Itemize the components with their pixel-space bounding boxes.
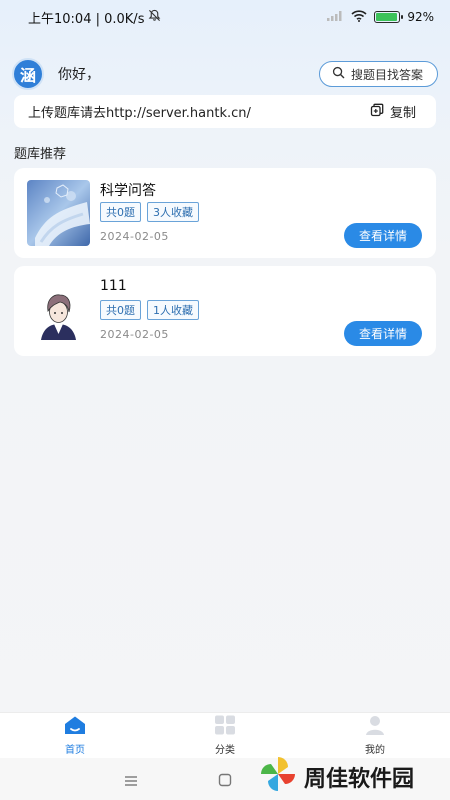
app-logo: 涵 [12,58,44,90]
tab-home[interactable]: 首页 [25,715,125,756]
copy-button[interactable]: 复制 [370,102,416,121]
battery-icon [374,11,404,23]
card-thumbnail-science [27,180,90,246]
greeting-text: 你好， [58,67,100,83]
tab-category-label: 分类 [215,745,235,756]
home-icon [63,715,87,738]
copy-label: 复制 [389,106,416,121]
battery-level-fill [376,13,397,21]
question-bank-card[interactable]: 科学问答 共0题 3人收藏 2024-02-05 查看详情 [14,168,436,258]
bottom-tab-bar: 首页 分类 我的 [0,712,450,758]
section-title: 题库推荐 [14,147,67,162]
card-tags: 共0题 1人收藏 [100,300,199,320]
tab-home-label: 首页 [65,745,85,756]
search-icon [332,66,345,82]
view-details-button[interactable]: 查看详情 [344,223,422,248]
home-square-icon[interactable] [218,772,232,791]
watermark-pinwheel-icon [258,754,298,800]
category-grid-icon [214,715,236,738]
signal-icon [326,10,344,25]
tab-mine-label: 我的 [365,745,385,756]
upload-url-text: 上传题库请去http://server.hantk.cn/ [28,106,251,121]
copy-icon [370,103,384,121]
status-left: 上午10:04 | 0.0K/s [28,8,161,27]
favorites-tag: 1人收藏 [147,300,199,320]
status-right: 92% [326,9,434,25]
user-icon [364,715,386,738]
search-label: 搜题目找答案 [350,67,423,82]
question-count-tag: 共0题 [100,300,141,320]
card-title: 科学问答 [100,183,156,199]
mute-bell-icon [148,9,161,26]
watermark: 周佳软件园 [258,756,414,798]
header-left: 涵 你好， [12,58,100,90]
card-thumbnail-avatar [27,278,90,344]
battery-percent: 92% [407,10,434,24]
card-title: 111 [100,278,127,294]
tab-category[interactable]: 分类 [175,715,275,756]
card-tags: 共0题 3人收藏 [100,202,199,222]
upload-info-bar: 上传题库请去http://server.hantk.cn/ 复制 [14,95,436,128]
view-details-button[interactable]: 查看详情 [344,321,422,346]
tab-mine[interactable]: 我的 [325,715,425,756]
status-bar: 上午10:04 | 0.0K/s 92% [0,0,450,34]
favorites-tag: 3人收藏 [147,202,199,222]
card-date: 2024-02-05 [100,328,169,341]
status-time: 上午10:04 | 0.0K/s [28,11,145,27]
question-count-tag: 共0题 [100,202,141,222]
question-bank-card[interactable]: 111 共0题 1人收藏 2024-02-05 查看详情 [14,266,436,356]
wifi-icon [351,9,367,25]
menu-icon[interactable] [124,772,138,791]
watermark-text: 周佳软件园 [304,767,415,792]
header: 涵 你好， 搜题目找答案 [12,58,438,90]
card-date: 2024-02-05 [100,230,169,243]
search-button[interactable]: 搜题目找答案 [318,61,438,87]
